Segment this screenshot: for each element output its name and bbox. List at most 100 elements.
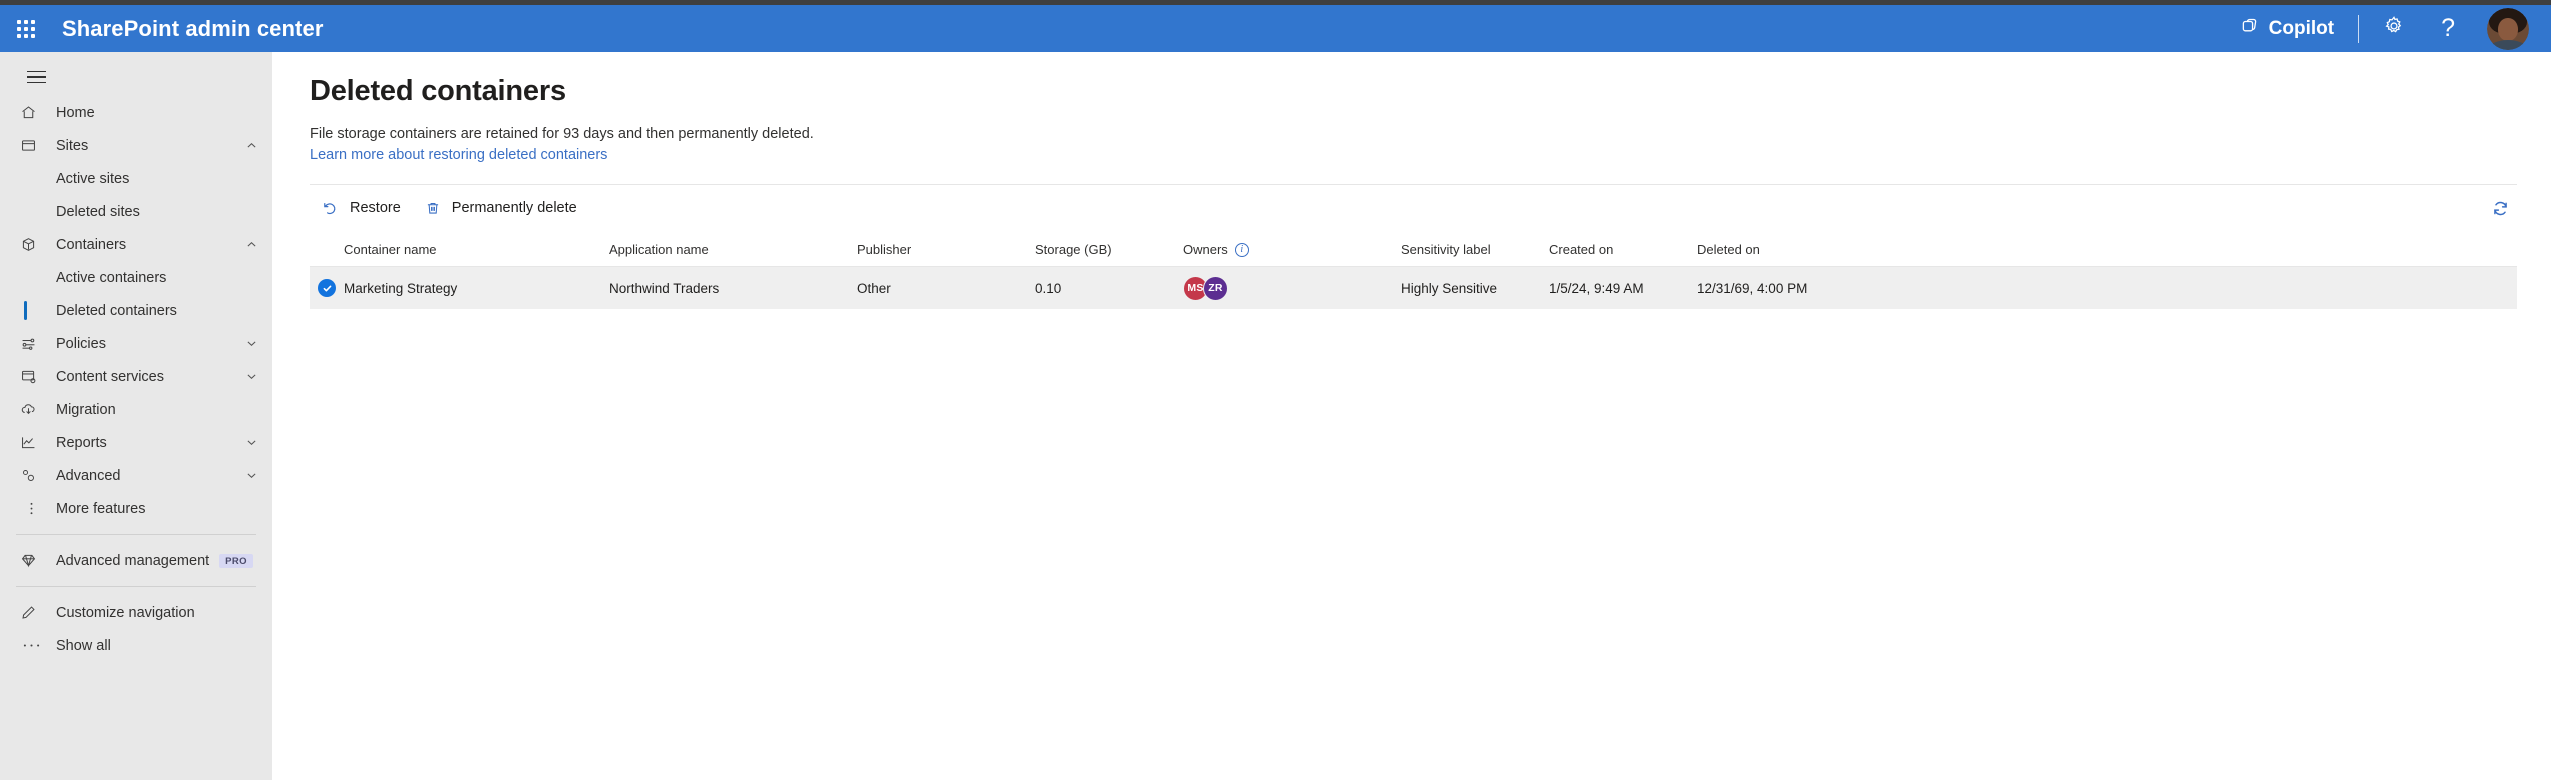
diamond-icon <box>20 552 42 569</box>
advanced-icon <box>20 467 42 484</box>
sidebar-item-more-features[interactable]: More features <box>0 492 272 525</box>
page-description: File storage containers are retained for… <box>310 126 814 142</box>
learn-more-link[interactable]: Learn more about restoring deleted conta… <box>310 147 607 163</box>
sidebar-item-migration[interactable]: Migration <box>0 393 272 426</box>
sidebar-label: Deleted sites <box>56 203 140 220</box>
sidebar-item-customize-navigation[interactable]: Customize navigation <box>0 596 272 629</box>
sidebar-divider <box>16 586 256 587</box>
sidebar-item-show-all[interactable]: Show all <box>0 629 272 662</box>
checkmark-icon <box>318 279 336 297</box>
chevron-up-icon[interactable] <box>245 139 258 152</box>
sidebar-item-active-sites[interactable]: Active sites <box>0 162 272 195</box>
chevron-down-icon[interactable] <box>245 436 258 449</box>
sidebar-item-advanced[interactable]: Advanced <box>0 459 272 492</box>
sidebar: Home Sites Active sites Deleted sites Co… <box>0 52 272 780</box>
sidebar-label: Customize navigation <box>56 604 195 621</box>
sidebar-label: Deleted containers <box>56 302 177 319</box>
header-divider <box>2358 14 2360 43</box>
restore-label: Restore <box>350 200 401 216</box>
row-checkbox[interactable] <box>310 279 344 297</box>
sidebar-item-deleted-containers[interactable]: Deleted containers <box>0 294 272 327</box>
sidebar-item-sites[interactable]: Sites <box>0 129 272 162</box>
page-title: Deleted containers <box>310 75 566 107</box>
column-header-storage[interactable]: Storage (GB) <box>1035 242 1183 257</box>
sidebar-item-content-services[interactable]: Content services <box>0 360 272 393</box>
sidebar-label: Migration <box>56 401 116 418</box>
suite-header: SharePoint admin center Copilot ? <box>0 5 2551 52</box>
sidebar-item-containers[interactable]: Containers <box>0 228 272 261</box>
pro-badge: PRO <box>219 553 253 568</box>
copilot-icon <box>2239 16 2260 42</box>
policies-icon <box>20 335 42 352</box>
sidebar-item-deleted-sites[interactable]: Deleted sites <box>0 195 272 228</box>
column-header-created-on[interactable]: Created on <box>1549 242 1697 257</box>
sidebar-label: More features <box>56 500 146 517</box>
info-icon[interactable]: i <box>1234 242 1249 257</box>
main-content: Deleted containers File storage containe… <box>272 52 2551 780</box>
cell-owners: MS ZR <box>1183 275 1401 301</box>
header-actions: Copilot ? <box>2221 5 2529 52</box>
chevron-up-icon[interactable] <box>245 238 258 251</box>
restore-arrow-icon <box>322 200 339 217</box>
column-header-sensitivity-label[interactable]: Sensitivity label <box>1401 242 1549 257</box>
column-header-application-name[interactable]: Application name <box>609 242 857 257</box>
column-header-owners-label: Owners <box>1183 242 1228 257</box>
cell-application-name: Northwind Traders <box>609 280 720 296</box>
sidebar-item-advanced-management[interactable]: Advanced management PRO <box>0 544 272 577</box>
avatar[interactable] <box>2487 7 2529 50</box>
column-header-deleted-on[interactable]: Deleted on <box>1697 242 1897 257</box>
sidebar-item-active-containers[interactable]: Active containers <box>0 261 272 294</box>
command-bar: Restore Permanently delete <box>310 185 2517 231</box>
restore-button[interactable]: Restore <box>310 190 413 226</box>
sidebar-label: Show all <box>56 637 111 654</box>
sidebar-label: Advanced <box>56 467 121 484</box>
migration-icon <box>20 401 42 418</box>
settings-button[interactable] <box>2365 5 2423 52</box>
sidebar-label: Policies <box>56 335 106 352</box>
column-header-publisher[interactable]: Publisher <box>857 242 1035 257</box>
permanently-delete-label: Permanently delete <box>451 200 577 216</box>
chevron-down-icon[interactable] <box>245 370 258 383</box>
chevron-down-icon[interactable] <box>245 469 258 482</box>
help-button[interactable]: ? <box>2423 5 2473 52</box>
content-services-icon <box>20 368 42 385</box>
more-features-icon <box>20 501 42 516</box>
reports-icon <box>20 434 42 451</box>
owner-avatars: MS ZR <box>1183 275 1228 301</box>
trash-icon <box>425 200 441 217</box>
home-icon <box>20 104 42 121</box>
refresh-button[interactable] <box>2483 191 2517 225</box>
copilot-label: Copilot <box>2268 17 2335 39</box>
permanently-delete-button[interactable]: Permanently delete <box>413 190 589 226</box>
cell-created-on: 1/5/24, 9:49 AM <box>1549 280 1644 296</box>
suite-title[interactable]: SharePoint admin center <box>62 16 323 42</box>
copilot-button[interactable]: Copilot <box>2221 5 2352 52</box>
containers-icon <box>20 236 42 253</box>
column-header-owners[interactable]: Owners i <box>1183 242 1401 257</box>
sidebar-label: Active containers <box>56 269 167 286</box>
sidebar-label: Active sites <box>56 170 130 187</box>
question-mark-icon: ? <box>2441 14 2455 42</box>
sidebar-label: Reports <box>56 434 107 451</box>
sidebar-item-policies[interactable]: Policies <box>0 327 272 360</box>
cell-deleted-on: 12/31/69, 4:00 PM <box>1697 280 1808 296</box>
sidebar-label: Advanced management <box>56 552 210 569</box>
gear-icon <box>2383 15 2405 42</box>
containers-table: Container name Application name Publishe… <box>310 233 2517 309</box>
table-row[interactable]: Marketing Strategy Northwind Traders Oth… <box>310 267 2517 309</box>
column-header-container-name[interactable]: Container name <box>344 242 609 257</box>
table-header-row: Container name Application name Publishe… <box>310 233 2517 267</box>
cell-container-name[interactable]: Marketing Strategy <box>344 281 609 296</box>
chevron-down-icon[interactable] <box>245 337 258 350</box>
sidebar-label: Home <box>56 104 95 121</box>
cell-sensitivity-label: Highly Sensitive <box>1401 280 1498 296</box>
pencil-icon <box>20 604 42 621</box>
app-launcher-icon[interactable] <box>0 5 52 52</box>
hamburger-menu-icon[interactable] <box>10 58 62 96</box>
sidebar-item-home[interactable]: Home <box>0 96 272 129</box>
owner-avatar[interactable]: ZR <box>1203 275 1228 301</box>
sidebar-label: Containers <box>56 236 127 253</box>
sidebar-item-reports[interactable]: Reports <box>0 426 272 459</box>
sidebar-label: Content services <box>56 368 164 385</box>
sidebar-divider <box>16 534 256 535</box>
